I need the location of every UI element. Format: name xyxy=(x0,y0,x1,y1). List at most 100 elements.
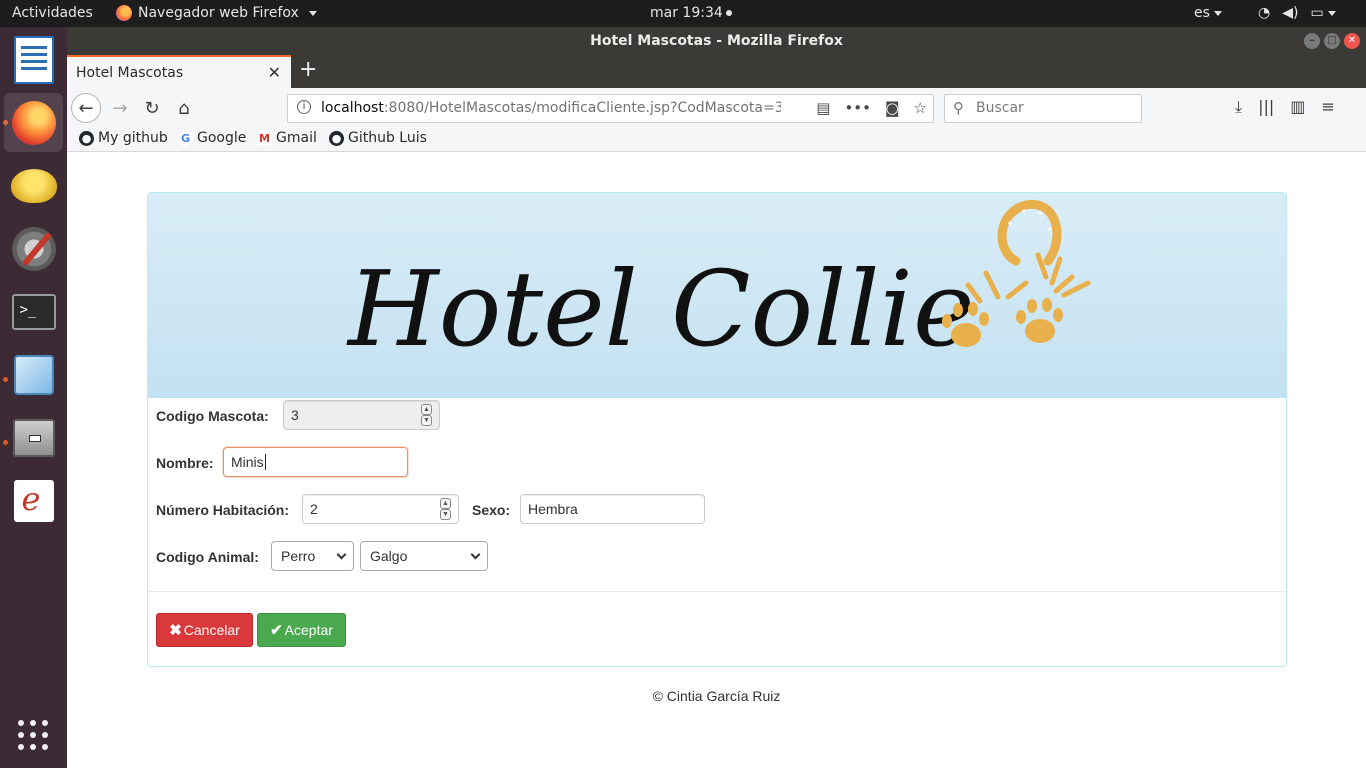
nombre-value: Minis xyxy=(231,454,264,470)
document-viewer-icon xyxy=(13,479,54,522)
arrow-right-icon: → xyxy=(112,97,128,119)
dock-lamp[interactable] xyxy=(4,156,63,215)
new-tab-button[interactable]: + xyxy=(299,57,317,82)
dock-virtualbox[interactable] xyxy=(4,345,63,404)
reader-view-icon[interactable]: ▤ xyxy=(816,99,830,117)
codigo-animal-label: Codigo Animal: xyxy=(156,549,259,565)
raza-value: Galgo xyxy=(370,548,408,564)
activities-button[interactable]: Actividades xyxy=(12,5,93,21)
back-button[interactable]: ← xyxy=(71,93,101,123)
rays-icon xyxy=(965,252,1091,304)
downloads-icon[interactable]: ⤓ xyxy=(1235,97,1242,117)
google-icon: G xyxy=(178,130,193,146)
spin-down-icon[interactable]: ▼ xyxy=(421,415,432,426)
info-icon[interactable]: i xyxy=(297,100,311,114)
language-indicator[interactable]: es xyxy=(1194,5,1222,21)
dock-firefox[interactable] xyxy=(4,93,63,152)
banner: Hotel Collie xyxy=(148,193,1286,398)
cancel-button[interactable]: ✖ Cancelar xyxy=(156,613,253,647)
bookmark-gmail[interactable]: M Gmail xyxy=(257,130,317,146)
battery-icon: ▭ xyxy=(1310,5,1336,21)
minimize-button[interactable]: – xyxy=(1304,33,1320,49)
window-titlebar: Hotel Mascotas - Mozilla Firefox – □ ✕ xyxy=(67,27,1366,55)
spin-up-icon[interactable]: ▲ xyxy=(421,404,432,415)
language-label: es xyxy=(1194,5,1210,21)
spin-down-icon[interactable]: ▼ xyxy=(440,509,451,520)
github-icon: ● xyxy=(79,130,94,146)
sexo-input[interactable]: Hembra xyxy=(520,494,705,524)
spin-up-icon[interactable]: ▲ xyxy=(440,498,451,509)
codigo-mascota-value: 3 xyxy=(291,407,299,423)
dock: >_ xyxy=(0,27,67,768)
especie-value: Perro xyxy=(281,548,316,564)
dock-terminal[interactable]: >_ xyxy=(4,282,63,341)
close-tab-icon[interactable]: ✕ xyxy=(268,63,281,82)
raza-select[interactable]: Galgo xyxy=(360,541,488,571)
system-tray[interactable]: ◔ ◀) ▭ xyxy=(1258,5,1336,21)
sexo-label: Sexo: xyxy=(472,502,511,518)
dock-writer[interactable] xyxy=(4,30,63,89)
banner-title: Hotel Collie xyxy=(346,248,975,370)
bookmark-my-github[interactable]: ● My github xyxy=(79,130,168,146)
dock-files[interactable] xyxy=(4,408,63,467)
reload-icon: ↻ xyxy=(144,97,160,119)
menu-icon[interactable]: ≡ xyxy=(1321,97,1334,117)
number-spinner[interactable]: ▲ ▼ xyxy=(440,498,451,520)
form-actions: ✖ Cancelar ✔ Aceptar xyxy=(148,591,1286,667)
dock-settings[interactable] xyxy=(4,219,63,278)
firefox-icon xyxy=(11,100,56,145)
sidebar-icon[interactable]: ▥ xyxy=(1290,97,1305,117)
search-placeholder: Buscar xyxy=(976,100,1024,116)
tab-title: Hotel Mascotas xyxy=(76,65,184,81)
form-panel: Hotel Collie Codigo Mascota: 3 ▲ ▼ Nombr… xyxy=(147,192,1287,667)
maximize-button[interactable]: □ xyxy=(1324,33,1340,49)
especie-select[interactable]: Perro xyxy=(271,541,354,571)
accept-button[interactable]: ✔ Aceptar xyxy=(257,613,346,647)
libreoffice-writer-icon xyxy=(13,35,54,84)
home-button[interactable]: ⌂ xyxy=(169,93,199,123)
sexo-value: Hembra xyxy=(528,501,578,517)
nombre-input[interactable]: Minis xyxy=(223,447,408,477)
chevron-down-icon xyxy=(336,549,347,560)
bookmark-label: My github xyxy=(98,130,168,146)
show-applications-button[interactable] xyxy=(18,720,48,750)
settings-icon xyxy=(11,226,56,271)
url-bar[interactable]: i localhost:8080/HotelMascotas/modificaC… xyxy=(287,94,934,123)
window-title: Hotel Mascotas - Mozilla Firefox xyxy=(590,33,843,49)
notification-dot-icon xyxy=(725,10,732,16)
bookmark-label: Google xyxy=(197,130,247,146)
bookmark-label: Github Luis xyxy=(348,130,427,146)
bookmark-github-luis[interactable]: ● Github Luis xyxy=(329,130,427,146)
url-text[interactable]: localhost:8080/HotelMascotas/modificaCli… xyxy=(321,100,781,116)
app-menu-label: Navegador web Firefox xyxy=(138,5,299,21)
library-icon[interactable]: ||| xyxy=(1258,97,1274,117)
bookmark-google[interactable]: G Google xyxy=(178,130,246,146)
pocket-icon[interactable]: ◙ xyxy=(885,99,900,117)
page-actions-icon[interactable]: ••• xyxy=(844,99,871,117)
habitacion-value: 2 xyxy=(310,501,318,517)
app-menu[interactable]: Navegador web Firefox xyxy=(116,5,317,21)
reload-button[interactable]: ↻ xyxy=(137,93,167,123)
codigo-mascota-input[interactable]: 3 ▲ ▼ xyxy=(283,400,440,430)
clock[interactable]: mar 19:34 xyxy=(650,5,732,21)
search-bar[interactable]: ⚲ Buscar xyxy=(944,94,1142,123)
accept-label: Aceptar xyxy=(284,622,333,638)
close-window-button[interactable]: ✕ xyxy=(1344,33,1360,49)
number-spinner[interactable]: ▲ ▼ xyxy=(421,404,432,426)
file-cabinet-icon xyxy=(12,418,55,457)
text-cursor xyxy=(264,454,266,470)
wifi-icon: ◔ xyxy=(1258,5,1271,21)
bookmark-star-icon[interactable]: ☆ xyxy=(914,99,927,117)
habitacion-input[interactable]: 2 ▲ ▼ xyxy=(302,494,459,524)
volume-icon: ◀) xyxy=(1282,5,1299,21)
chevron-down-icon xyxy=(1213,10,1222,16)
forward-button[interactable]: → xyxy=(105,93,135,123)
tab-hotel-mascotas[interactable]: Hotel Mascotas ✕ xyxy=(67,55,291,88)
bookmarks-toolbar: ● My github G Google M Gmail ● Github Lu… xyxy=(67,128,1366,152)
github-icon: ● xyxy=(329,130,344,146)
x-icon: ✖ xyxy=(169,622,182,639)
clock-label: mar 19:34 xyxy=(650,5,723,21)
bookmark-label: Gmail xyxy=(276,130,317,146)
home-icon: ⌂ xyxy=(178,97,190,119)
dock-document-viewer[interactable] xyxy=(4,471,63,530)
